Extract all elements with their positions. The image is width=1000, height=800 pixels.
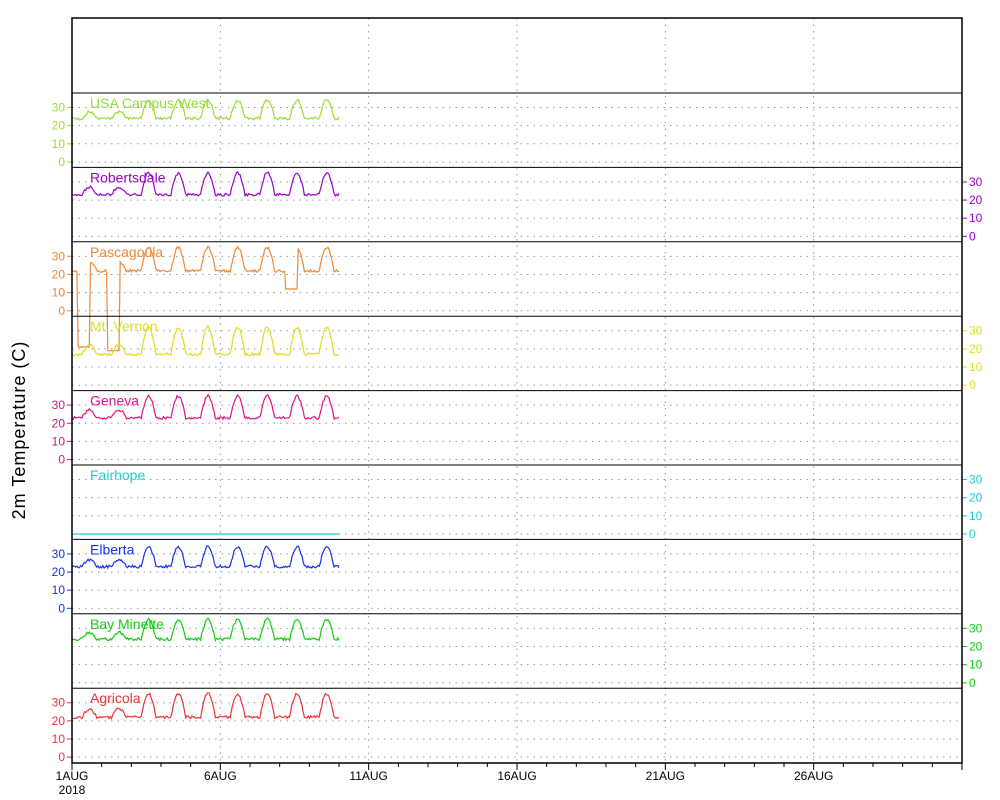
y-tick-label: 10	[969, 211, 983, 225]
y-tick-label: 10	[52, 137, 66, 151]
station-panel: 0 10 20 30 Elberta	[52, 538, 962, 615]
station-name-label: Geneva	[90, 393, 139, 409]
station-panel: 0 10 20 30 Mt. Vernon	[71, 315, 983, 392]
x-tick-label: 11AUG	[349, 769, 387, 783]
y-tick-label: 0	[58, 453, 65, 467]
y-tick-label: 20	[52, 565, 66, 579]
y-tick-label: 0	[58, 601, 65, 615]
y-tick-label: 20	[52, 119, 66, 133]
station-panel: 0 10 20 30 Geneva	[52, 390, 962, 467]
station-name-label: Bay Minette	[90, 616, 164, 632]
station-panel: 0 10 20 30 Pascagoula	[52, 241, 962, 352]
station-name-label: Mt. Vernon	[90, 318, 158, 334]
station-series-line	[71, 245, 340, 352]
y-tick-label: 10	[52, 434, 66, 448]
y-tick-label: 30	[969, 324, 983, 338]
y-tick-label: 10	[969, 509, 983, 523]
station-name-label: Pascagoula	[90, 244, 163, 260]
y-axis-label: 2m Temperature (C)	[9, 341, 29, 520]
y-tick-label: 10	[52, 583, 66, 597]
y-tick-label: 0	[58, 304, 65, 318]
y-tick-label: 10	[52, 286, 66, 300]
station-name-label: Robertsdale	[90, 169, 166, 185]
y-tick-label: 0	[969, 229, 976, 243]
y-tick-label: 10	[52, 732, 66, 746]
x-axis: 1AUG2018 6AUG 11AUG 16AUG 21AUG 26AUG	[56, 763, 963, 797]
y-tick-label: 30	[52, 249, 66, 263]
y-tick-label: 0	[969, 527, 976, 541]
y-tick-label: 30	[52, 101, 66, 115]
y-tick-label: 0	[58, 155, 65, 169]
station-panel: 0 10 20 30 Bay Minette	[71, 613, 983, 690]
station-panel: 0 10 20 30 USA Campus West	[52, 92, 962, 169]
y-tick-label: 30	[52, 696, 66, 710]
y-tick-label: 30	[969, 473, 983, 487]
y-tick-label: 20	[52, 714, 66, 728]
x-tick-label: 21AUG	[646, 769, 685, 783]
y-tick-label: 20	[969, 639, 983, 653]
y-tick-label: 20	[969, 342, 983, 356]
x-tick-label: 6AUG	[204, 769, 237, 783]
x-tick-label: 1AUG	[56, 769, 89, 783]
y-tick-label: 30	[52, 547, 66, 561]
x-tick-label: 16AUG	[497, 769, 536, 783]
station-name-label: Fairhope	[90, 467, 145, 483]
y-tick-label: 0	[969, 378, 976, 392]
y-tick-label: 20	[969, 193, 983, 207]
meteogram-chart: 0 10 20 30 USA Campus West 0 10 20 30 Robertsdale…	[9, 17, 983, 797]
y-tick-label: 20	[52, 267, 66, 281]
station-panel: 0 10 20 30 Agricola	[52, 687, 962, 764]
station-name-label: USA Campus West	[90, 95, 210, 111]
y-tick-label: 30	[969, 621, 983, 635]
y-tick-label: 0	[58, 750, 65, 764]
y-tick-label: 20	[969, 491, 983, 505]
chart-page: 0 10 20 30 USA Campus West 0 10 20 30 Robertsdale…	[0, 0, 1000, 800]
y-tick-label: 10	[969, 658, 983, 672]
y-tick-label: 30	[969, 175, 983, 189]
x-tick-year-label: 2018	[59, 783, 86, 797]
y-tick-label: 10	[969, 360, 983, 374]
x-tick-label: 26AUG	[794, 769, 833, 783]
y-tick-label: 0	[969, 676, 976, 690]
station-panel: 0 10 20 30 Robertsdale	[71, 166, 983, 243]
y-tick-label: 30	[52, 398, 66, 412]
station-name-label: Agricola	[90, 690, 141, 706]
station-panel: 0 10 20 30 Fairhope	[72, 464, 983, 541]
station-name-label: Elberta	[90, 541, 135, 557]
y-tick-label: 20	[52, 416, 66, 430]
